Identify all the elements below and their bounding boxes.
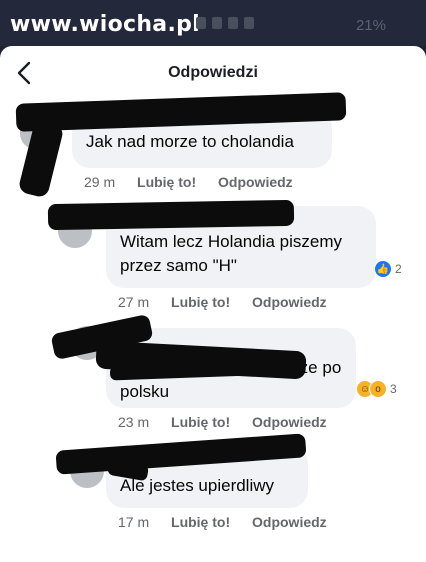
reply-button[interactable]: Odpowiedz bbox=[252, 414, 327, 430]
reply-button[interactable]: Odpowiedz bbox=[218, 174, 293, 190]
reaction-count-value: 2 bbox=[395, 262, 402, 276]
like-button[interactable]: Lubię to! bbox=[171, 294, 230, 310]
status-icons bbox=[196, 16, 276, 30]
reaction-count[interactable]: ☺ o 3 bbox=[356, 380, 397, 398]
redaction-scribble bbox=[47, 199, 295, 231]
reaction-count-value: 3 bbox=[390, 382, 397, 396]
watermark: www.wiocha.pl bbox=[10, 12, 200, 37]
page-title: Odpowiedzi bbox=[168, 64, 258, 81]
reply-button[interactable]: Odpowiedz bbox=[252, 294, 327, 310]
status-bar: www.wiocha.pl 21% bbox=[0, 0, 426, 46]
reaction-count[interactable]: 👍 2 bbox=[374, 260, 402, 278]
like-icon: 👍 bbox=[374, 260, 392, 278]
comment-meta: 27 m Lubię to! Odpowiedz bbox=[118, 294, 345, 310]
comment-text: Witam lecz Holandia piszemy przez samo "… bbox=[120, 232, 343, 275]
header: Odpowiedzi bbox=[0, 46, 426, 100]
replies-sheet: Odpowiedzi Jak nad morze to cholandia 29… bbox=[0, 46, 426, 562]
comment-meta: 17 m Lubię to! Odpowiedz bbox=[118, 514, 345, 530]
comment-time: 29 m bbox=[84, 174, 116, 190]
like-button[interactable]: Lubię to! bbox=[171, 414, 230, 430]
wow-icon: o bbox=[369, 380, 387, 398]
comment-time: 17 m bbox=[118, 514, 150, 530]
comment-meta: 29 m Lubię to! Odpowiedz bbox=[84, 174, 311, 190]
comment-time: 27 m bbox=[118, 294, 150, 310]
comment-meta: 23 m Lubię to! Odpowiedz bbox=[118, 414, 345, 430]
reply-button[interactable]: Odpowiedz bbox=[252, 514, 327, 530]
like-button[interactable]: Lubię to! bbox=[171, 514, 230, 530]
like-button[interactable]: Lubię to! bbox=[137, 174, 196, 190]
comment-time: 23 m bbox=[118, 414, 150, 430]
battery-level: 21% bbox=[355, 17, 386, 34]
comment-text: Jak nad morze to cholandia bbox=[86, 132, 294, 151]
